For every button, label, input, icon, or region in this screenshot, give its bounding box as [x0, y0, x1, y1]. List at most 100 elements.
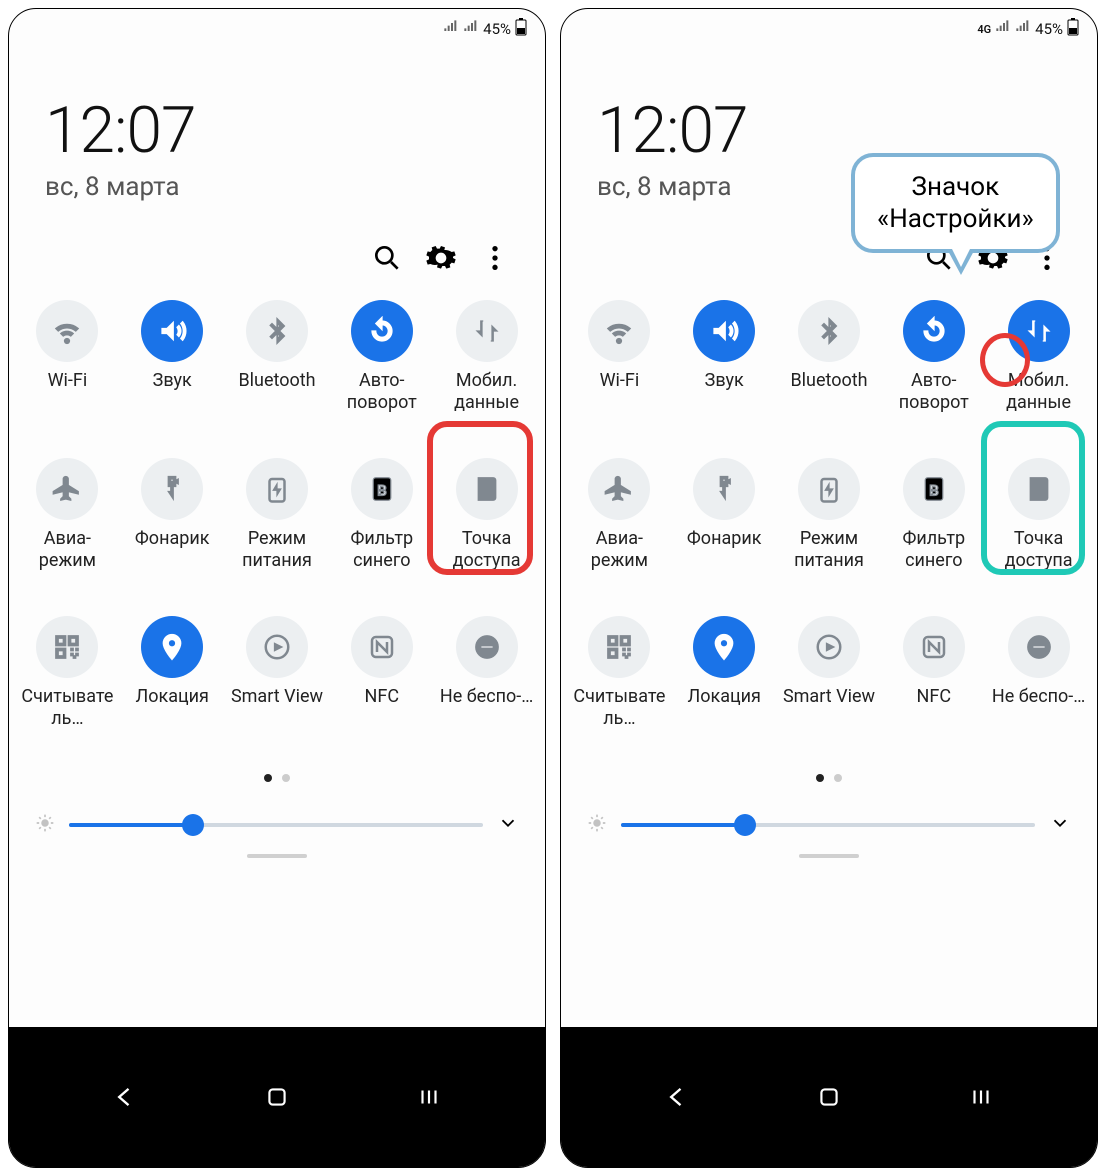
- tile-label: Smart View: [783, 686, 875, 708]
- tile-wifi[interactable]: Wi-Fi: [567, 294, 672, 450]
- tile-sound[interactable]: Звук: [120, 294, 225, 450]
- rotate-icon: [351, 300, 413, 362]
- tile-hotspot[interactable]: Точка доступа: [986, 452, 1091, 608]
- rotate-icon: [903, 300, 965, 362]
- page-indicator: [561, 766, 1097, 800]
- signal-icon: [463, 19, 479, 39]
- hotspot-icon: [1008, 458, 1070, 520]
- tile-label: Звук: [153, 370, 192, 392]
- tile-smartview[interactable]: Smart View: [225, 610, 330, 766]
- mobiledata-icon: [1008, 300, 1070, 362]
- wifi-icon: [36, 300, 98, 362]
- tile-label: Авто-поворот: [884, 370, 984, 414]
- tile-wifi[interactable]: Wi-Fi: [15, 294, 120, 450]
- tile-label: Bluetooth: [790, 370, 867, 392]
- tile-label: Фонарик: [135, 528, 210, 550]
- sound-icon: [141, 300, 203, 362]
- tile-airplane[interactable]: Авиа-режим: [567, 452, 672, 608]
- tile-label: Фильтр синего: [332, 528, 432, 572]
- brightness-slider[interactable]: [561, 800, 1097, 850]
- tile-mobiledata[interactable]: Мобил. данные: [434, 294, 539, 450]
- panel-handle[interactable]: [9, 850, 545, 866]
- tile-mobiledata[interactable]: Мобил. данные: [986, 294, 1091, 450]
- nav-home[interactable]: [257, 1077, 297, 1117]
- panel-handle[interactable]: [561, 850, 1097, 866]
- qr-icon: [36, 616, 98, 678]
- tile-label: NFC: [917, 686, 952, 708]
- nav-home[interactable]: [809, 1077, 849, 1117]
- tile-rotate[interactable]: Авто-поворот: [329, 294, 434, 450]
- tile-label: Wi-Fi: [48, 370, 88, 392]
- battery-pct: 45%: [1035, 20, 1063, 38]
- battery-icon: [1067, 18, 1079, 40]
- tile-bluefilter[interactable]: Фильтр синего: [329, 452, 434, 608]
- tile-nfc[interactable]: NFC: [329, 610, 434, 766]
- network-4g-icon: 4G: [977, 23, 991, 36]
- clock-date: вс, 8 марта: [45, 172, 509, 202]
- slider-track[interactable]: [69, 823, 483, 827]
- tile-label: Считыватель…: [569, 686, 669, 730]
- tile-label: Звук: [705, 370, 744, 392]
- phone-right: 4G 45% 12:07 вс, 8 марта Значок «Настрой…: [560, 8, 1098, 1168]
- flashlight-icon: [141, 458, 203, 520]
- airplane-icon: [588, 458, 650, 520]
- tile-label: Bluetooth: [238, 370, 315, 392]
- signal-icon: [995, 19, 1011, 39]
- tile-power[interactable]: Режим питания: [777, 452, 882, 608]
- brightness-icon: [35, 813, 55, 837]
- gear-icon[interactable]: [425, 242, 457, 274]
- tile-bluefilter[interactable]: Фильтр синего: [881, 452, 986, 608]
- tile-rotate[interactable]: Авто-поворот: [881, 294, 986, 450]
- chevron-down-icon[interactable]: [1049, 812, 1071, 838]
- status-bar: 45%: [9, 9, 545, 49]
- tile-flashlight[interactable]: Фонарик: [120, 452, 225, 608]
- tile-power[interactable]: Режим питания: [225, 452, 330, 608]
- search-icon[interactable]: [371, 242, 403, 274]
- brightness-slider[interactable]: [9, 800, 545, 850]
- dnd-icon: [456, 616, 518, 678]
- tile-label: Фонарик: [687, 528, 762, 550]
- nav-bar: [9, 1027, 545, 1167]
- callout-line1: Значок: [877, 171, 1034, 203]
- battery-icon: [515, 18, 527, 40]
- hotspot-icon: [456, 458, 518, 520]
- bluetooth-icon: [798, 300, 860, 362]
- tile-qr[interactable]: Считыватель…: [15, 610, 120, 766]
- quick-tiles: Wi-Fi Звук Bluetooth Авто-поворотМобил. дан…: [561, 284, 1097, 766]
- chevron-down-icon[interactable]: [497, 812, 519, 838]
- tile-bluetooth[interactable]: Bluetooth: [777, 294, 882, 450]
- mobiledata-icon: [456, 300, 518, 362]
- power-icon: [246, 458, 308, 520]
- phone-left: 45% 12:07 вс, 8 марта Wi-Fi Звук Bluetooth…: [8, 8, 546, 1168]
- smartview-icon: [246, 616, 308, 678]
- bluefilter-icon: [903, 458, 965, 520]
- smartview-icon: [798, 616, 860, 678]
- tile-bluetooth[interactable]: Bluetooth: [225, 294, 330, 450]
- nav-back[interactable]: [657, 1077, 697, 1117]
- tile-flashlight[interactable]: Фонарик: [672, 452, 777, 608]
- tile-dnd[interactable]: Не беспо-…: [986, 610, 1091, 766]
- tile-hotspot[interactable]: Точка доступа: [434, 452, 539, 608]
- more-icon[interactable]: [479, 242, 511, 274]
- location-icon: [693, 616, 755, 678]
- nav-bar: [561, 1027, 1097, 1167]
- nav-recents[interactable]: [409, 1077, 449, 1117]
- slider-track[interactable]: [621, 823, 1035, 827]
- tile-nfc[interactable]: NFC: [881, 610, 986, 766]
- airplane-icon: [36, 458, 98, 520]
- nav-recents[interactable]: [961, 1077, 1001, 1117]
- nav-back[interactable]: [105, 1077, 145, 1117]
- tile-location[interactable]: Локация: [120, 610, 225, 766]
- wifi-icon: [588, 300, 650, 362]
- brightness-icon: [587, 813, 607, 837]
- bluefilter-icon: [351, 458, 413, 520]
- clock-time: 12:07: [45, 93, 509, 168]
- flashlight-icon: [693, 458, 755, 520]
- tile-location[interactable]: Локация: [672, 610, 777, 766]
- tile-label: Локация: [135, 686, 208, 708]
- tile-dnd[interactable]: Не беспо-…: [434, 610, 539, 766]
- tile-smartview[interactable]: Smart View: [777, 610, 882, 766]
- tile-qr[interactable]: Считыватель…: [567, 610, 672, 766]
- tile-airplane[interactable]: Авиа-режим: [15, 452, 120, 608]
- tile-sound[interactable]: Звук: [672, 294, 777, 450]
